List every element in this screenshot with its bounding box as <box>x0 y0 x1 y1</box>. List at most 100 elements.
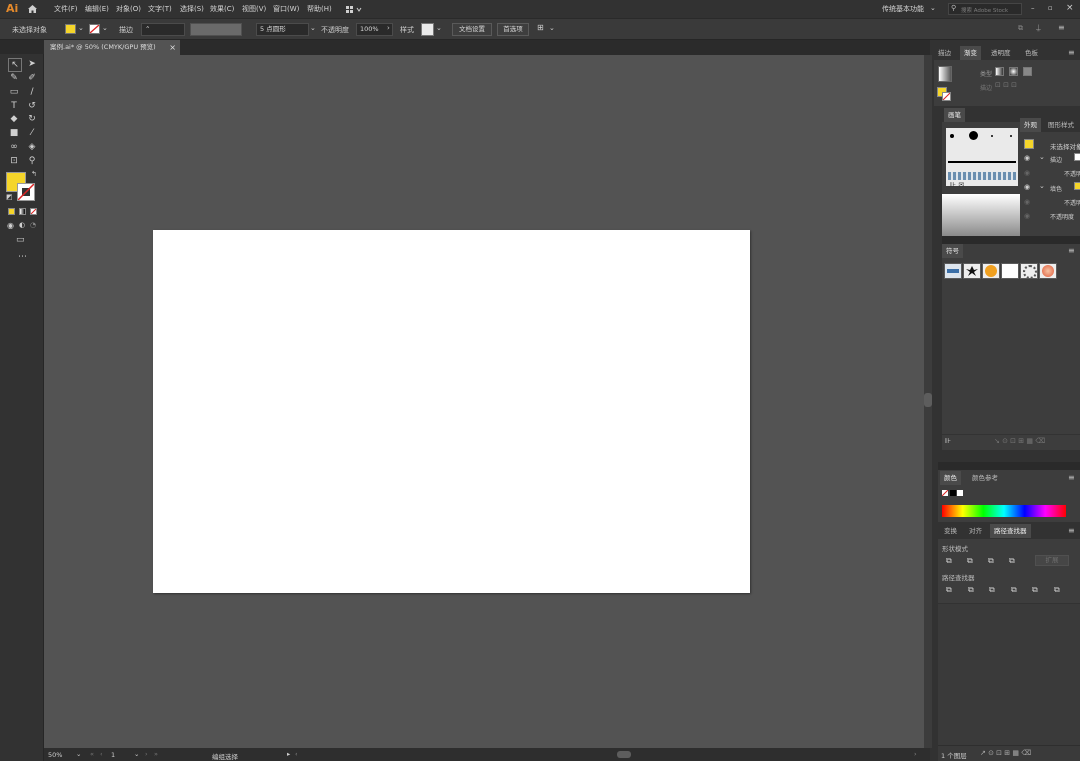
brush-dot-mini[interactable] <box>1010 135 1012 137</box>
menu-file[interactable]: 文件(F) <box>54 4 78 14</box>
freeform-gradient-icon[interactable] <box>1023 67 1032 76</box>
brush-dot-large[interactable] <box>969 131 978 140</box>
gradient-stroke-indicator[interactable] <box>942 92 951 101</box>
tab-transform[interactable]: 变换 <box>940 524 961 538</box>
chevron-down-icon[interactable]: ⌄ <box>310 24 316 32</box>
next-artboard-icon[interactable]: › <box>145 750 148 758</box>
symbol-flower[interactable] <box>1039 263 1057 279</box>
zoom-tool-icon[interactable]: ⚲ <box>26 155 38 167</box>
artboard[interactable] <box>153 230 750 593</box>
chevron-down-icon[interactable]: ⌄ <box>76 750 81 758</box>
symbol-ring[interactable] <box>1020 263 1038 279</box>
panel-toggle-icon[interactable]: ⧉ <box>1018 24 1023 33</box>
tab-color-guide[interactable]: 颜色参考 <box>968 471 1002 485</box>
live-paint-tool-icon[interactable]: ◈ <box>26 141 38 153</box>
zoom-level[interactable]: 50% <box>48 751 62 759</box>
minimize-window-icon[interactable]: – <box>1031 4 1035 12</box>
curvature-tool-icon[interactable]: ✐ <box>26 72 38 84</box>
variable-width-profile[interactable] <box>190 23 242 36</box>
gradient-tool-icon[interactable]: ■ <box>8 127 20 139</box>
gradient-mode-button[interactable] <box>19 208 26 215</box>
chevron-down-icon[interactable]: ⌄ <box>436 24 442 32</box>
none-color-chip[interactable] <box>941 489 949 497</box>
unite-icon[interactable]: ⧉ <box>946 556 952 566</box>
chevron-right-icon[interactable]: › <box>387 24 390 32</box>
stroke-gradient-options-icon[interactable]: ⊡ ⊡ ⊡ <box>995 81 1017 89</box>
minus-back-icon[interactable]: ⧉ <box>1054 585 1060 595</box>
outline-icon[interactable]: ⧉ <box>1032 585 1038 595</box>
stroke-color-box[interactable] <box>17 183 35 201</box>
stroke-swatch[interactable] <box>89 24 100 34</box>
white-color-chip[interactable] <box>957 490 963 496</box>
chevron-down-icon[interactable]: ⌄ <box>549 24 555 32</box>
tab-stroke[interactable]: 描边 <box>934 46 955 60</box>
rectangle-tool-icon[interactable]: ▭ <box>8 86 20 98</box>
brush-libraries-icon[interactable]: ⊪ ✉ <box>950 181 964 189</box>
exclude-icon[interactable]: ⧉ <box>1009 556 1015 566</box>
draw-inside-icon[interactable]: ◔ <box>30 221 36 229</box>
close-tab-icon[interactable]: × <box>169 40 176 55</box>
black-color-chip[interactable] <box>950 490 956 496</box>
brush-dot-small[interactable] <box>950 134 954 138</box>
panel-menu-icon[interactable]: ≡ <box>1068 48 1075 57</box>
draw-mode-icon[interactable]: ◉ <box>7 221 14 230</box>
panel-menu-icon[interactable]: ≡ <box>1068 526 1075 535</box>
menu-select[interactable]: 选择(S) <box>180 4 204 14</box>
selection-tool-icon[interactable]: ↖ <box>8 58 22 72</box>
workspace-switcher[interactable]: 传统基本功能 <box>882 4 924 14</box>
tab-swatches[interactable]: 色板 <box>1021 46 1042 60</box>
chevron-down-icon[interactable]: ⌄ <box>1039 182 1045 190</box>
status-menu-arrow-icon[interactable]: ▸ <box>287 750 290 758</box>
vertical-scroll-thumb[interactable] <box>924 393 932 407</box>
color-spectrum-ramp[interactable] <box>942 505 1066 517</box>
menu-window[interactable]: 窗口(W) <box>273 4 299 14</box>
brush-dot-tiny[interactable] <box>991 135 993 137</box>
eye-icon[interactable]: ◉ <box>1024 212 1030 220</box>
pin-icon[interactable]: ⍊ <box>1036 23 1041 33</box>
symbol-frame[interactable] <box>1001 263 1019 279</box>
swap-fill-stroke-icon[interactable]: ↰ <box>31 170 37 178</box>
color-collapse-bar[interactable] <box>938 462 1080 470</box>
tab-transparency[interactable]: 透明度 <box>987 46 1015 60</box>
symbol-splatter[interactable] <box>963 263 981 279</box>
scroll-left-icon[interactable]: ‹ <box>295 750 298 758</box>
minus-front-icon[interactable]: ⧉ <box>967 556 973 566</box>
paintbrush-tool-icon[interactable]: / <box>26 86 38 98</box>
tab-graphic-styles[interactable]: 图形样式 <box>1044 118 1078 132</box>
none-mode-button[interactable] <box>30 208 37 215</box>
merge-icon[interactable]: ⧉ <box>989 585 995 595</box>
layer-actions-icon[interactable]: ↗ ⊙ ⊡ ⊞ ▦ ⌫ <box>980 749 1031 757</box>
tab-align[interactable]: 对齐 <box>965 524 986 538</box>
rotate-tool-icon[interactable]: ↺ <box>26 100 38 112</box>
menu-object[interactable]: 对象(O) <box>116 4 141 14</box>
symbol-libraries-icon[interactable]: ⊪ <box>945 437 951 445</box>
arrange-icon[interactable]: ⊞ <box>537 23 544 32</box>
panel-menu-icon[interactable]: ≡ <box>1068 473 1075 482</box>
crop-icon[interactable]: ⧉ <box>1011 585 1017 595</box>
symbol-orange-ball[interactable] <box>982 263 1000 279</box>
appearance-stroke-swatch[interactable] <box>1074 153 1080 161</box>
symbol-actions-icon[interactable]: ↘ ⊙ ⊡ ⊞ ▦ ⌫ <box>994 437 1045 445</box>
tab-pathfinder[interactable]: 路径查找器 <box>990 524 1031 538</box>
brush-definition-field[interactable]: 5 点圆形 <box>256 23 309 36</box>
document-setup-button[interactable]: 文档设置 <box>452 23 492 36</box>
divide-icon[interactable]: ⧉ <box>946 585 952 595</box>
eye-icon[interactable]: ◉ <box>1024 154 1030 162</box>
symbols-title[interactable]: 符号 <box>942 244 963 258</box>
maximize-window-icon[interactable]: ▫ <box>1048 4 1053 12</box>
tab-color[interactable]: 颜色 <box>940 471 961 485</box>
menu-effect[interactable]: 效果(C) <box>210 4 234 14</box>
document-tab[interactable]: 案例.ai* @ 50% (CMYK/GPU 预览) × <box>44 40 180 55</box>
eyedropper-tool-icon[interactable]: ⁄ <box>26 127 38 139</box>
default-colors-icon[interactable]: ◩ <box>6 193 13 201</box>
chevron-down-icon[interactable]: ⌄ <box>102 24 108 32</box>
warp-tool-icon[interactable]: ↻ <box>26 113 38 125</box>
toolbar-grip[interactable] <box>0 40 44 54</box>
panel-menu-icon[interactable]: ≡ <box>1068 246 1075 255</box>
fill-swatch[interactable] <box>65 24 76 34</box>
graphic-style-swatch[interactable] <box>421 23 434 36</box>
chevron-down-icon[interactable]: ⌄ <box>1039 153 1045 161</box>
symbols-collapse-bar[interactable] <box>942 236 1080 244</box>
expand-button[interactable]: 扩展 <box>1035 555 1069 566</box>
stock-search-field[interactable]: ⚲ 搜索 Adobe Stock <box>948 3 1022 15</box>
